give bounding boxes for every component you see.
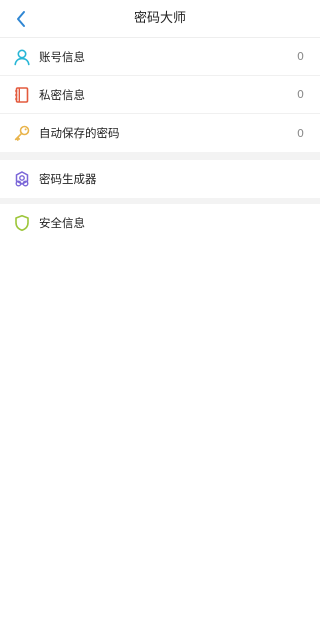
page-title: 密码大师 [133, 11, 186, 26]
list-item-label: 安全信息 [39, 216, 85, 230]
shield-icon [13, 214, 31, 232]
notebook-icon [13, 86, 31, 104]
key-icon [13, 124, 31, 142]
list-item-security-info[interactable]: 安全信息 [0, 204, 320, 242]
item-count: 0 [297, 50, 304, 63]
list-item-password-generator[interactable]: 密码生成器 [0, 160, 320, 198]
list-item-private-info[interactable]: 私密信息 0 [0, 76, 320, 114]
tools-group: 密码生成器 [0, 160, 320, 198]
list-item-label: 自动保存的密码 [39, 126, 120, 140]
list-item-saved-passwords[interactable]: 自动保存的密码 0 [0, 114, 320, 152]
item-count: 0 [297, 126, 304, 140]
section-gap [0, 152, 320, 160]
list-item-label: 账号信息 [39, 49, 85, 64]
list-item-label: 密码生成器 [39, 172, 97, 186]
top-bar: 密码大师 [0, 0, 320, 38]
item-count: 0 [297, 88, 304, 101]
list-item-account-info[interactable]: 账号信息 0 [0, 38, 320, 76]
generator-icon [13, 170, 31, 188]
security-group: 安全信息 [0, 204, 320, 242]
storage-group: 账号信息 0 私密信息 0 自动保存的密码 0 [0, 38, 320, 152]
person-icon [13, 48, 31, 66]
list-item-label: 私密信息 [39, 87, 85, 102]
